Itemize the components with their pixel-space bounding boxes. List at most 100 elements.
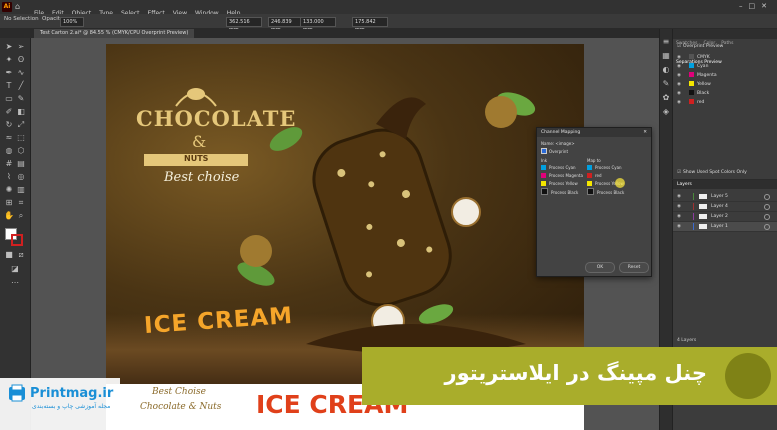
draw-mode-icon[interactable]: ◪ bbox=[10, 264, 20, 274]
layers-title[interactable]: Layers bbox=[677, 182, 692, 187]
plate-row[interactable]: ◉ CMYK bbox=[677, 54, 710, 62]
checkbox-icon[interactable] bbox=[541, 148, 547, 154]
rotate-icon[interactable]: ↻ bbox=[4, 120, 14, 130]
close-icon[interactable]: ✕ bbox=[761, 2, 773, 10]
ink-row: Process Magenta bbox=[541, 172, 583, 180]
y-field[interactable]: 246.839 mm bbox=[268, 17, 304, 33]
home-icon[interactable]: ⌂ bbox=[15, 2, 25, 12]
eyedropper-icon[interactable]: ⌇ bbox=[4, 172, 14, 182]
shape-builder-icon[interactable]: ◍ bbox=[4, 146, 14, 156]
type-tool-icon[interactable]: T bbox=[4, 81, 14, 91]
eye-icon[interactable]: ◉ bbox=[677, 212, 681, 221]
map-swatch-1 bbox=[587, 173, 592, 178]
x-field[interactable]: 362.516 mm bbox=[226, 17, 262, 33]
libraries-icon[interactable]: ▦ bbox=[661, 51, 671, 61]
gradient-icon[interactable]: ▤ bbox=[16, 159, 26, 169]
curvature-icon[interactable]: ∿ bbox=[16, 68, 26, 78]
target-icon[interactable] bbox=[764, 224, 770, 230]
eye-icon[interactable]: ◉ bbox=[677, 202, 681, 211]
shaper-icon[interactable]: ✐ bbox=[4, 107, 14, 117]
layer-thumbnail bbox=[699, 214, 707, 219]
plate-row[interactable]: ◉ Cyan bbox=[677, 63, 708, 71]
eye-icon[interactable]: ◉ bbox=[677, 54, 683, 62]
layer-name: Layer 1 bbox=[711, 224, 728, 229]
lasso-icon[interactable]: ʘ bbox=[16, 55, 26, 65]
reset-button[interactable]: Reset bbox=[619, 262, 649, 273]
graph-icon[interactable]: ▥ bbox=[16, 185, 26, 195]
magic-wand-icon[interactable]: ✦ bbox=[4, 55, 14, 65]
layer-row[interactable]: ◉ Layer 4 bbox=[673, 202, 777, 212]
eye-icon[interactable]: ◉ bbox=[677, 81, 683, 89]
target-icon[interactable] bbox=[764, 194, 770, 200]
plate-row[interactable]: ◉ Black bbox=[677, 90, 709, 98]
perspective-icon[interactable]: ⬡ bbox=[16, 146, 26, 156]
plate-swatch-4 bbox=[689, 90, 694, 95]
plate-row[interactable]: ◉ red bbox=[677, 99, 704, 107]
map-select[interactable]: red bbox=[587, 172, 602, 180]
none-swatch-icon[interactable]: ⧄ bbox=[16, 250, 26, 260]
minimize-icon[interactable]: – bbox=[739, 2, 749, 10]
stroke-swatch[interactable] bbox=[11, 234, 23, 246]
target-icon[interactable] bbox=[764, 204, 770, 210]
dialog-titlebar[interactable]: Channel Mapping ✕ bbox=[537, 128, 651, 137]
layer-color-bar bbox=[693, 213, 694, 220]
scale-icon[interactable]: ⤢ bbox=[16, 120, 26, 130]
width-field[interactable]: 133.000 mm bbox=[300, 17, 336, 33]
eye-icon[interactable]: ◉ bbox=[677, 99, 683, 107]
symbol-sprayer-icon[interactable]: ✺ bbox=[4, 185, 14, 195]
zoom-tool-icon[interactable]: ⌕ bbox=[16, 211, 26, 221]
hand-tool-icon[interactable]: ✋ bbox=[4, 211, 14, 221]
color-mode-icon[interactable]: ■ bbox=[4, 250, 14, 260]
selection-tool-icon[interactable]: ➤ bbox=[4, 42, 14, 52]
layer-row[interactable]: ◉ Layer 2 bbox=[673, 212, 777, 222]
overprint-checkbox[interactable]: Overprint bbox=[541, 148, 568, 154]
document-tab[interactable]: Test Carton 2.ai* @ 84.55 % (CMYK/CPU Ov… bbox=[34, 29, 195, 38]
eye-icon[interactable]: ◉ bbox=[677, 63, 683, 71]
paintbrush-icon[interactable]: ✎ bbox=[16, 94, 26, 104]
color-guide-icon[interactable]: ◐ bbox=[661, 65, 671, 75]
main-menu: FileEditObjectTypeSelectEffectViewWindow… bbox=[30, 0, 244, 17]
ink-name: Process Black bbox=[551, 190, 579, 195]
symbols-icon[interactable]: ✿ bbox=[661, 93, 671, 103]
properties-icon[interactable]: ≡ bbox=[661, 37, 671, 47]
ok-button[interactable]: OK bbox=[585, 262, 615, 273]
slice-icon[interactable]: ⌗ bbox=[16, 198, 26, 208]
line-tool-icon[interactable]: ╱ bbox=[16, 81, 26, 91]
eraser-icon[interactable]: ◧ bbox=[16, 107, 26, 117]
map-select[interactable]: Process Black bbox=[587, 188, 624, 196]
artboard-tool-icon[interactable]: ⊞ bbox=[4, 198, 14, 208]
blend-icon[interactable]: ◎ bbox=[16, 172, 26, 182]
graphic-styles-icon[interactable]: ◈ bbox=[661, 107, 671, 117]
map-select[interactable]: Process Cyan bbox=[587, 164, 622, 172]
brushes-icon[interactable]: ✎ bbox=[661, 79, 671, 89]
map-name: red bbox=[595, 173, 602, 178]
layer-row[interactable]: ◉ Layer 1 bbox=[673, 222, 777, 232]
maximize-icon[interactable]: □ bbox=[749, 2, 762, 10]
layer-row[interactable]: ◉ Layer 5 bbox=[673, 192, 777, 202]
target-icon[interactable] bbox=[764, 214, 770, 220]
free-transform-icon[interactable]: ⬚ bbox=[16, 133, 26, 143]
eye-icon[interactable]: ◉ bbox=[677, 222, 681, 231]
channel-mapping-dialog[interactable]: Channel Mapping ✕ Name: <image> Overprin… bbox=[536, 127, 652, 277]
plate-row[interactable]: ◉ Yellow bbox=[677, 81, 711, 89]
eye-icon[interactable]: ◉ bbox=[677, 192, 681, 201]
eye-icon[interactable]: ◉ bbox=[677, 72, 683, 80]
plate-row[interactable]: ◉ Magenta bbox=[677, 72, 717, 80]
direct-selection-tool-icon[interactable]: ➢ bbox=[16, 42, 26, 52]
dialog-close-icon[interactable]: ✕ bbox=[643, 128, 647, 137]
ink-swatch-0 bbox=[541, 165, 546, 170]
plate-swatch-5 bbox=[689, 99, 694, 104]
eye-icon[interactable]: ◉ bbox=[677, 90, 683, 98]
height-field[interactable]: 175.842 mm bbox=[352, 17, 388, 33]
show-used-spot-toggle[interactable]: ☑ Show Used Spot Colors Only bbox=[677, 169, 747, 177]
opacity-field[interactable]: 100% bbox=[60, 17, 84, 27]
mesh-icon[interactable]: # bbox=[4, 159, 14, 169]
overprint-preview-toggle[interactable]: ☑ Overprint Preview bbox=[677, 43, 723, 51]
layer-color-bar bbox=[693, 203, 694, 210]
rectangle-tool-icon[interactable]: ▭ bbox=[4, 94, 14, 104]
more-tools-icon[interactable]: ⋯ bbox=[10, 278, 20, 288]
plate-swatch-1 bbox=[689, 63, 694, 68]
warp-icon[interactable]: ≈ bbox=[4, 133, 14, 143]
pen-tool-icon[interactable]: ✒ bbox=[4, 68, 14, 78]
banner-title: چنل مپینگ در ایلاستریتور bbox=[444, 361, 708, 385]
